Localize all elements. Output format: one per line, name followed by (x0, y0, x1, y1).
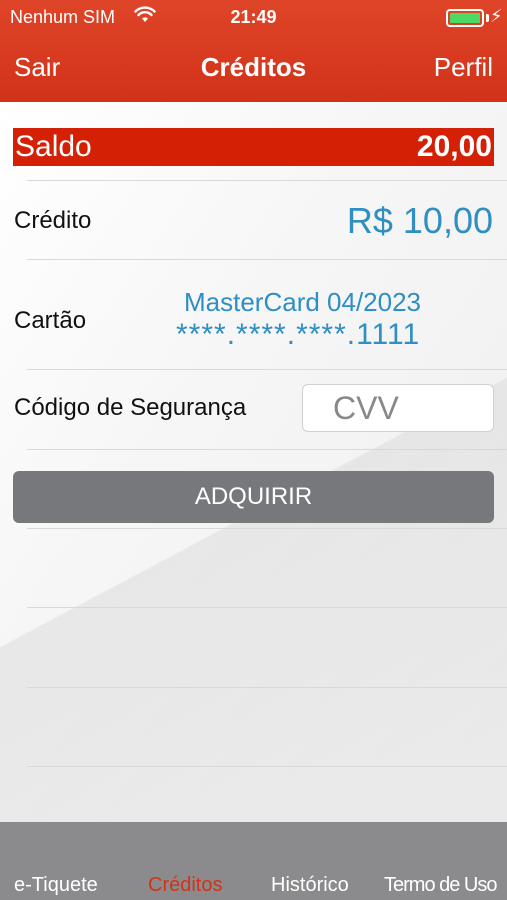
battery-tip (486, 14, 489, 22)
profile-button[interactable]: Perfil (434, 52, 493, 83)
row-separator (27, 607, 507, 608)
tab-bar: e-Tiquete Créditos Histórico Termo de Us… (0, 822, 507, 900)
balance-value: 20,00 (416, 130, 492, 163)
clock-time: 21:49 (230, 7, 277, 27)
security-code-label: Código de Segurança (14, 394, 247, 421)
row-separator (27, 180, 507, 181)
buy-button[interactable]: ADQUIRIR (13, 471, 494, 523)
card-label: Cartão (14, 307, 87, 334)
balance-bar: Saldo 20,00 (13, 128, 494, 166)
tab-creditos[interactable]: Créditos (148, 874, 222, 897)
row-separator (27, 369, 507, 370)
row-separator (27, 528, 507, 529)
card-masked-number[interactable]: ****.****.****.1111 (176, 318, 420, 352)
tab-termo-de-uso[interactable]: Termo de Uso (384, 874, 497, 897)
status-bar: Nenhum SIM 21:49 ⚡ (0, 0, 507, 34)
credit-label: Crédito (14, 207, 92, 234)
battery-level-fill (450, 13, 480, 23)
battery-icon (446, 9, 484, 27)
row-separator (27, 766, 507, 767)
row-separator (27, 687, 507, 688)
tab-e-tiquete[interactable]: e-Tiquete (14, 874, 98, 897)
credit-amount[interactable]: R$ 10,00 (347, 200, 493, 242)
row-separator (27, 449, 507, 450)
tab-historico[interactable]: Histórico (271, 874, 349, 897)
charging-icon: ⚡ (490, 6, 503, 26)
balance-label: Saldo (15, 130, 92, 163)
navigation-header: Nenhum SIM 21:49 ⚡ Sair Créditos Perfil (0, 0, 507, 102)
card-brand-expiry[interactable]: MasterCard 04/2023 (184, 287, 421, 318)
page-title: Créditos (200, 52, 307, 82)
cvv-input[interactable] (302, 384, 494, 432)
row-separator (27, 259, 507, 260)
